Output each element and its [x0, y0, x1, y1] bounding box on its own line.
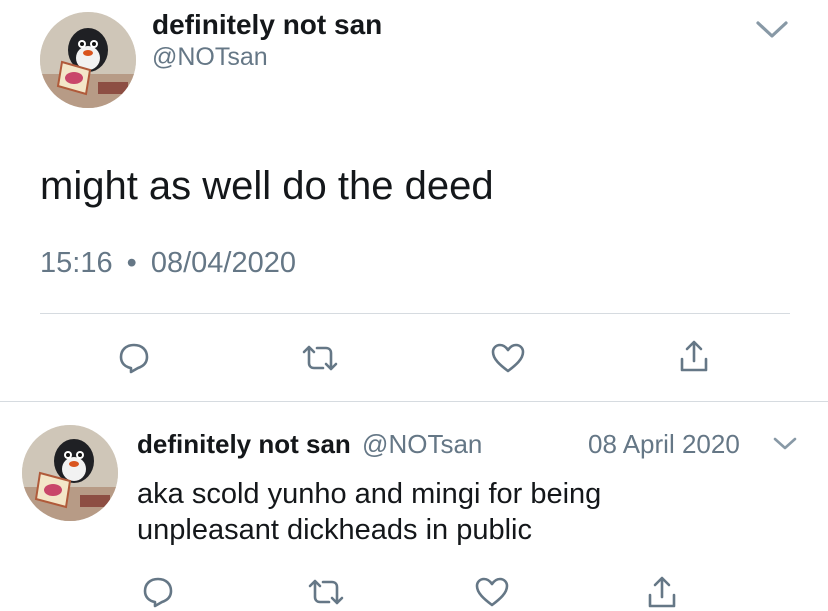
tweet-timestamp: 15:16 • 08/04/2020: [40, 245, 296, 281]
tweet-text: might as well do the deed: [40, 164, 494, 208]
reply-text: aka scold yunho and mingi for being unpl…: [137, 476, 601, 548]
reply-text-line: unpleasant dickheads in public: [137, 514, 532, 546]
chevron-down-icon[interactable]: [770, 432, 800, 456]
divider: [0, 401, 828, 402]
retweet-icon[interactable]: [296, 336, 344, 380]
heart-icon[interactable]: [470, 573, 514, 611]
handle[interactable]: @NOTsan: [152, 42, 268, 72]
reply-header: definitely not san @NOTsan: [137, 428, 482, 460]
tweet-date: 08/04/2020: [150, 247, 297, 279]
avatar[interactable]: [40, 12, 136, 108]
reply-display-name[interactable]: definitely not san: [137, 429, 351, 459]
divider: [40, 313, 790, 314]
reply-date[interactable]: 08 April 2020: [588, 428, 740, 460]
avatar[interactable]: [22, 425, 118, 521]
share-icon[interactable]: [672, 334, 716, 378]
tweet-time: 15:16: [40, 247, 113, 279]
display-name[interactable]: definitely not san: [152, 8, 382, 42]
reply-icon[interactable]: [112, 336, 156, 380]
chevron-down-icon[interactable]: [752, 16, 792, 44]
retweet-icon[interactable]: [302, 573, 350, 611]
reply-handle[interactable]: @NOTsan: [362, 429, 482, 459]
share-icon[interactable]: [640, 573, 684, 611]
heart-icon[interactable]: [486, 336, 530, 380]
reply-text-line: aka scold yunho and mingi for being: [137, 478, 602, 510]
timestamp-separator: •: [126, 247, 137, 279]
reply-icon[interactable]: [136, 573, 180, 611]
